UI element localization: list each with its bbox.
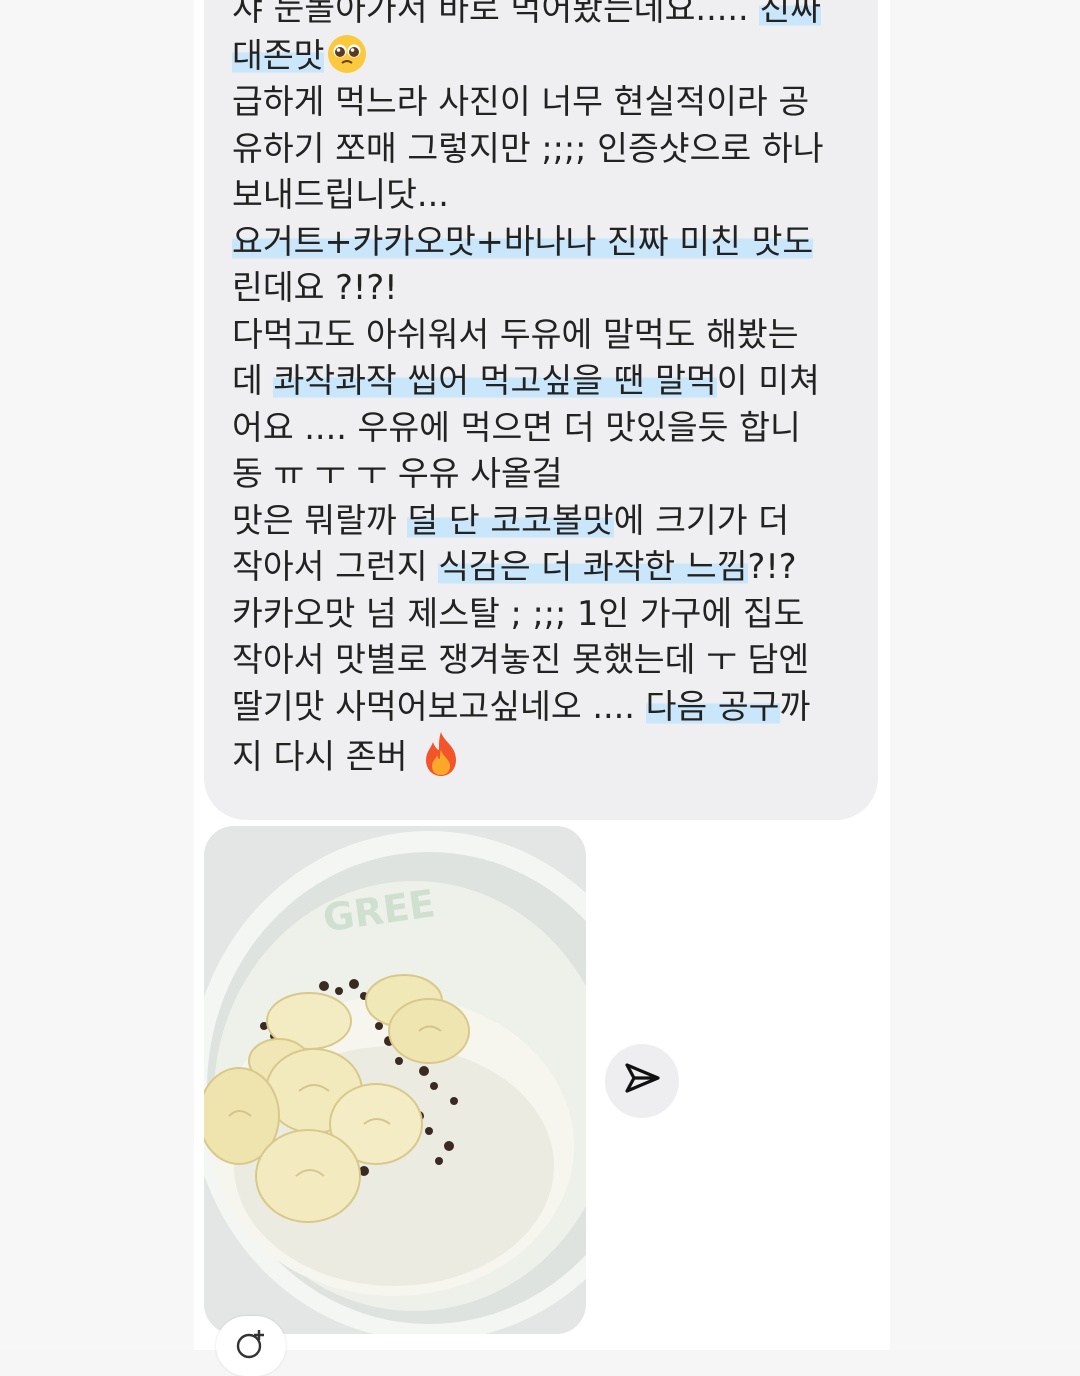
pleading-face-icon [326, 33, 368, 75]
text-segment: 카카오맛 넘 제스탈 ; ;;; 1인 가구에 집도 [232, 593, 805, 633]
message-line: 카카오맛 넘 제스탈 ; ;;; 1인 가구에 집도 [232, 591, 862, 638]
left-gutter [0, 0, 194, 1350]
paper-plane-icon [622, 1059, 662, 1103]
text-segment: 린데요 ?!?! [232, 268, 398, 307]
message-line: 대존맛 [232, 33, 862, 80]
message-line: 샤 눈돌아가서 바로 먹어봤는데요..... 진짜 [232, 0, 862, 33]
message-line: 요거트+카카오맛+바나나 진짜 미친 맛도 [232, 219, 862, 266]
add-reaction-button[interactable] [216, 1316, 286, 1376]
text-segment: 데 [232, 361, 274, 400]
message-line: 작아서 맛별로 쟁겨놓진 못했는데 ㅜ 담엔 [232, 637, 862, 684]
add-reaction-icon [233, 1326, 269, 1366]
text-segment: 동 ㅠ ㅜ ㅜ 우유 사올걸 [232, 454, 563, 493]
text-segment: 에 크기가 더 [613, 500, 790, 540]
highlighted-text: 진짜 [759, 0, 821, 28]
message-photo[interactable]: GREE [204, 826, 586, 1334]
text-segment: 지 다시 존버 [232, 737, 419, 776]
text-segment: 샤 눈돌아가서 바로 먹어봤는데요..... [232, 0, 760, 28]
message-line: 어요 .... 우유에 먹으면 더 맛있을듯 합니 [232, 405, 862, 452]
message-line: 작아서 그런지 식감은 더 콰작한 느낌?!? [232, 544, 862, 591]
text-segment: 보내드립니닷... [232, 175, 449, 214]
message-line: 보내드립니닷... [232, 172, 862, 219]
text-segment: 맛은 뭐랄까 [232, 500, 408, 540]
highlighted-text: 덜 단 코코볼맛 [407, 500, 614, 540]
message-line: 지 다시 존버 [232, 730, 862, 781]
highlighted-text: 요거트+카카오맛+바나나 진짜 미친 맛도 [232, 221, 814, 261]
text-segment: 유하기 쪼매 그렇지만 ;;;; 인증샷으로 하나 [232, 128, 824, 168]
fire-icon [420, 730, 462, 778]
text-segment: ?!? [747, 547, 797, 586]
text-segment: 어요 .... 우유에 먹으면 더 맛있을듯 합니 [232, 407, 801, 447]
text-segment: 작아서 맛별로 쟁겨놓진 못했는데 ㅜ 담엔 [232, 640, 810, 679]
highlighted-text: 콰작콰작 씹어 먹고싶을 땐 말먹 [273, 361, 717, 400]
text-segment: 작아서 그런지 [232, 547, 439, 586]
highlighted-text: 대존맛 [232, 35, 325, 75]
message-line: 데 콰작콰작 씹어 먹고싶을 땐 말먹이 미쳐 [232, 358, 862, 405]
share-button[interactable] [605, 1044, 679, 1118]
message-line: 맛은 뭐랄까 덜 단 코코볼맛에 크기가 더 [232, 498, 862, 545]
text-segment: 다먹고도 아쉬워서 두유에 말먹도 해봤는 [232, 314, 799, 354]
highlighted-text: 식감은 더 콰작한 느낌 [438, 547, 748, 586]
message-line: 다먹고도 아쉬워서 두유에 말먹도 해봤는 [232, 312, 862, 359]
text-segment: 까 [779, 686, 811, 726]
text-segment: 급하게 먹느라 사진이 너무 현실적이라 공 [232, 82, 810, 121]
right-gutter [890, 0, 1080, 1350]
message-line: 유하기 쪼매 그렇지만 ;;;; 인증샷으로 하나 [232, 126, 862, 173]
highlighted-text: 다음 공구 [645, 686, 780, 726]
message-line: 린데요 ?!?! [232, 265, 862, 312]
text-segment: 딸기맛 사먹어보고싶네오 .... [232, 686, 646, 726]
text-segment: 이 미쳐 [716, 361, 820, 400]
message-text: 샤 눈돌아가서 바로 먹어봤는데요..... 진짜 대존맛 급하게 먹느라 사진이 … [232, 0, 862, 781]
message-line: 동 ㅠ ㅜ ㅜ 우유 사올걸 [232, 451, 862, 498]
message-line: 급하게 먹느라 사진이 너무 현실적이라 공 [232, 79, 862, 126]
message-line: 딸기맛 사먹어보고싶네오 .... 다음 공구까 [232, 684, 862, 731]
